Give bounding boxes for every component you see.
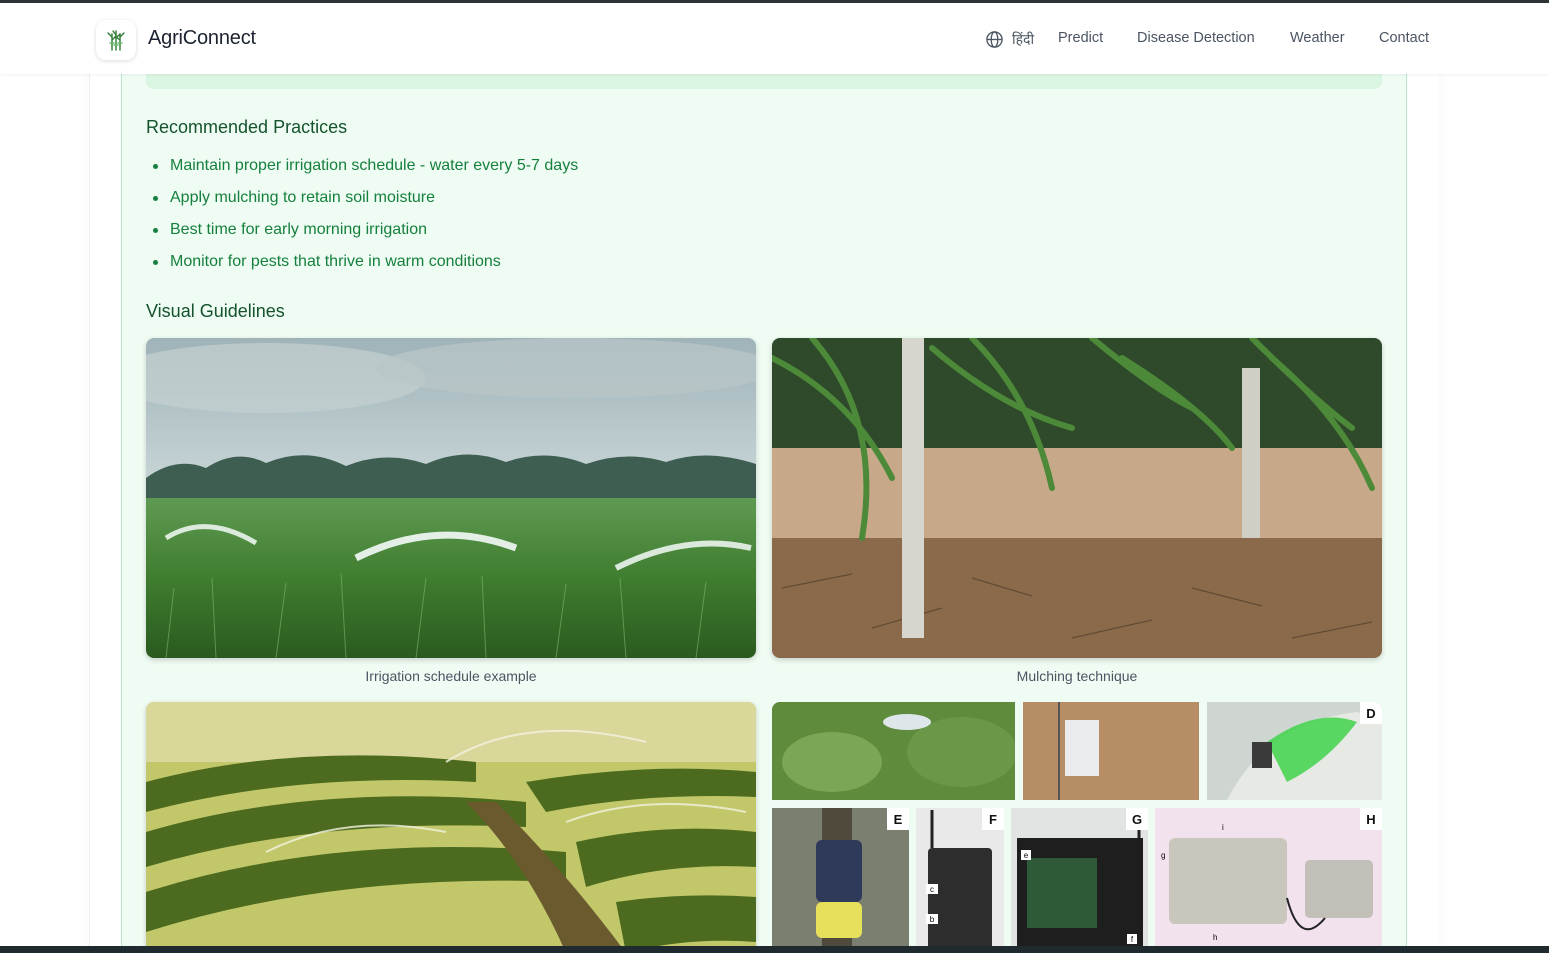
collage-sub-label: e <box>1024 851 1029 860</box>
collage-sub-label: i <box>1222 823 1224 832</box>
practice-item: Monitor for pests that thrive in warm co… <box>146 251 578 283</box>
language-label: हिंदी <box>1012 31 1035 48</box>
collage-tile: D <box>1207 702 1382 800</box>
practices-list: Maintain proper irrigation schedule - wa… <box>146 155 578 283</box>
irrigation-field-illustration <box>146 338 756 658</box>
nav-disease-detection[interactable]: Disease Detection <box>1137 30 1255 46</box>
leaf-clip-sensor-illustration <box>1207 702 1382 800</box>
leaf-sensor-illustration <box>772 702 1015 800</box>
nav-predict[interactable]: Predict <box>1058 30 1103 46</box>
sensor-collage-image: D E c b F e f G i g h H <box>772 702 1382 953</box>
collage-tile: e f G <box>1011 808 1148 953</box>
guidelines-heading: Visual Guidelines <box>146 301 285 321</box>
page-bottom-edge <box>0 946 1549 953</box>
collage-letter: F <box>982 808 1004 830</box>
collage-tile <box>772 702 1015 800</box>
nav-contact[interactable]: Contact <box>1379 30 1429 46</box>
collage-letter: G <box>1126 808 1148 830</box>
sugarcane-icon <box>107 30 125 51</box>
collage-sub-label: c <box>930 885 934 894</box>
practices-heading: Recommended Practices <box>146 117 348 137</box>
irrigation-field-image <box>146 338 756 658</box>
collage-tile <box>1023 702 1199 800</box>
collage-letter: H <box>1360 808 1382 830</box>
browser-top-edge <box>0 0 1549 3</box>
mulching-illustration <box>772 338 1382 658</box>
collage-sub-label: g <box>1161 851 1165 860</box>
practice-item: Apply mulching to retain soil moisture <box>146 187 578 219</box>
brand-name[interactable]: AgriConnect <box>148 27 256 50</box>
collage-sub-label: b <box>930 915 935 924</box>
collage-sub-label: h <box>1213 933 1217 942</box>
field-sensor-illustration <box>1023 702 1199 800</box>
globe-icon <box>986 30 1003 48</box>
top-navbar: AgriConnect हिंदी Predict Disease Detect… <box>0 3 1549 74</box>
collage-tile: E <box>772 808 909 953</box>
image-caption: Mulching technique <box>1016 668 1138 684</box>
sensor-enclosure-illustration: i g h <box>1155 808 1382 953</box>
collage-tile: c b F <box>916 808 1004 953</box>
nav-weather[interactable]: Weather <box>1290 30 1345 46</box>
collage-tile: i g h H <box>1155 808 1382 953</box>
collage-letter: D <box>1360 702 1382 724</box>
practice-item: Best time for early morning irrigation <box>146 219 578 251</box>
mulching-image <box>772 338 1382 658</box>
sprinkler-rows-illustration <box>146 702 756 953</box>
sprinkler-rows-image <box>146 702 756 953</box>
collage-letter: E <box>887 808 909 830</box>
image-caption: Irrigation schedule example <box>365 668 537 684</box>
language-toggle[interactable]: हिंदी <box>985 29 1034 49</box>
practice-item: Maintain proper irrigation schedule - wa… <box>146 155 578 187</box>
logo[interactable] <box>96 20 136 60</box>
